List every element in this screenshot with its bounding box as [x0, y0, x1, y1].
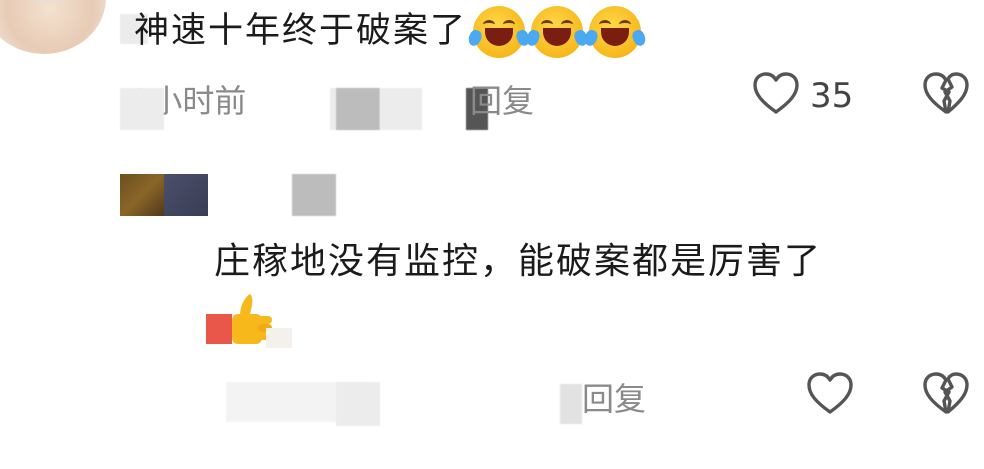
- comment-body: 神速十年终于破案了: [134, 11, 468, 51]
- redacted-username: [292, 174, 336, 216]
- avatar[interactable]: [164, 174, 208, 216]
- redacted-location: [380, 88, 422, 130]
- redacted-block: [560, 384, 582, 424]
- redacted-location: [336, 88, 380, 130]
- comment-text: 神速十年终于破案了: [134, 6, 648, 58]
- reply-button[interactable]: 回复: [582, 374, 646, 420]
- thumbs-up-emoji: [206, 292, 292, 350]
- like-count: 35: [810, 76, 854, 116]
- reply-button[interactable]: 回复: [470, 76, 534, 122]
- laughing-crying-emoji: [524, 6, 590, 58]
- avatar[interactable]: [120, 174, 164, 216]
- heart-outline-icon[interactable]: [752, 72, 800, 116]
- redacted-meta: [120, 88, 164, 130]
- reply-text: 庄稼地没有监控，能破案都是厉害了: [214, 241, 823, 282]
- laughing-crying-emoji: [466, 6, 532, 58]
- broken-heart-icon[interactable]: [922, 372, 970, 416]
- heart-outline-icon[interactable]: [806, 372, 854, 416]
- laughing-crying-emoji: [582, 6, 648, 58]
- broken-heart-icon[interactable]: [922, 72, 970, 116]
- avatar[interactable]: [0, 0, 106, 54]
- redacted-location: [336, 382, 380, 426]
